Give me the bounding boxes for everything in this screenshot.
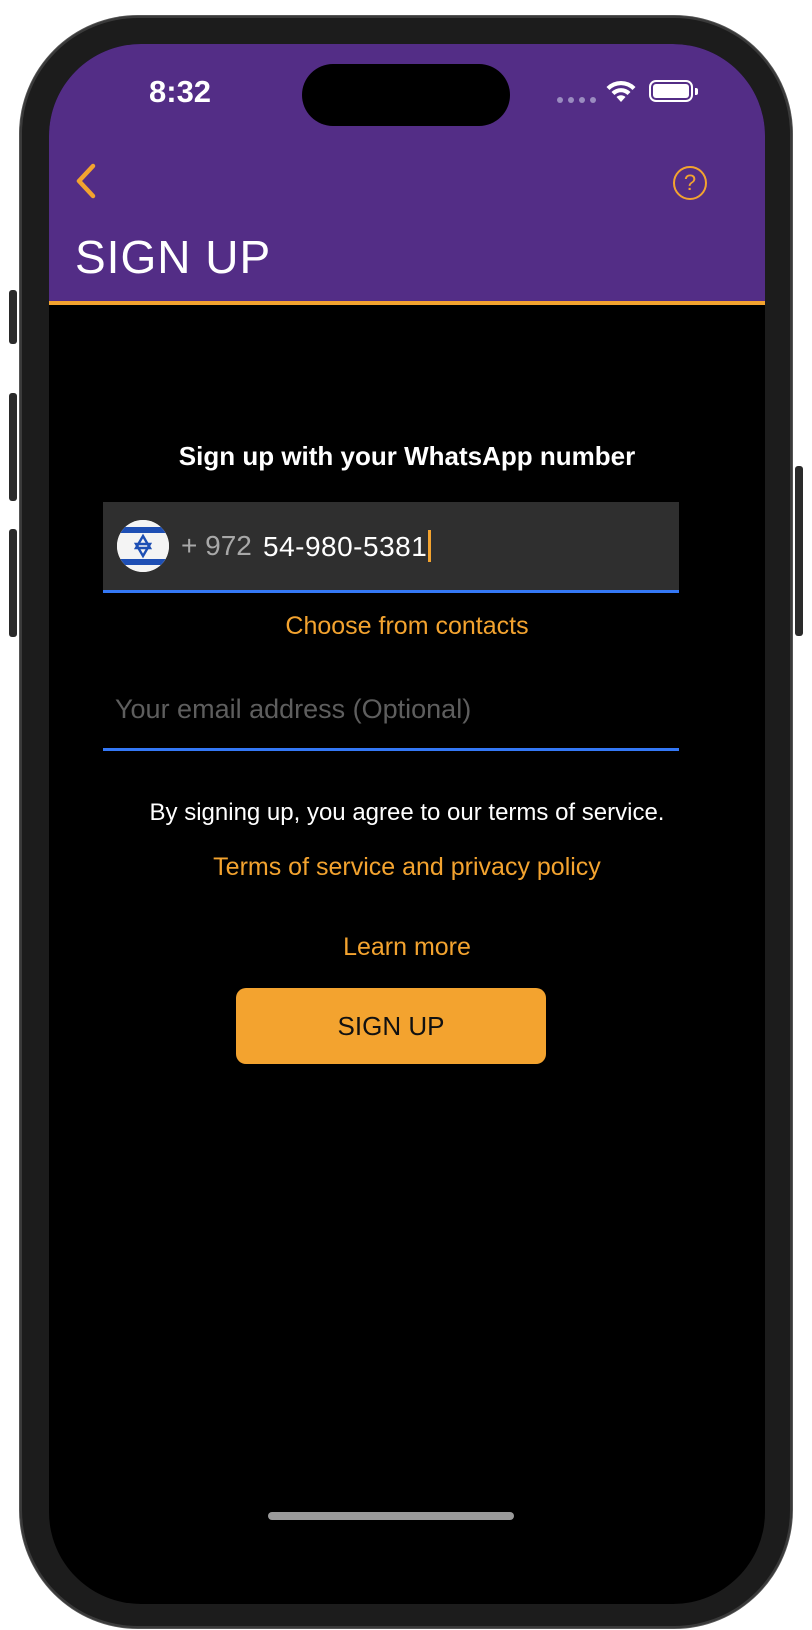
choose-from-contacts-link[interactable]: Choose from contacts	[49, 612, 765, 641]
nav-header: 8:32 ? SIGN UP	[49, 44, 765, 305]
phone-number-value: 54-980-5381	[263, 531, 428, 562]
text-caret	[428, 530, 432, 562]
sign-up-button[interactable]: SIGN UP	[236, 988, 546, 1064]
cellular-dots-icon	[557, 97, 596, 103]
terms-privacy-link[interactable]: Terms of service and privacy policy	[49, 853, 765, 882]
app-screen: 8:32 ? SIGN UP Sign up with your WhatsAp…	[49, 44, 765, 1604]
question-circle-icon: ?	[683, 170, 697, 195]
chevron-left-icon	[76, 163, 96, 199]
help-button[interactable]: ?	[673, 166, 707, 200]
country-dial-code[interactable]: + 972	[181, 530, 252, 562]
signup-heading: Sign up with your WhatsApp number	[178, 441, 636, 471]
status-time: 8:32	[149, 74, 212, 109]
home-indicator[interactable]	[268, 1512, 514, 1520]
email-placeholder: Your email address (Optional)	[115, 694, 472, 724]
back-button[interactable]	[67, 156, 107, 206]
israel-flag-icon[interactable]	[117, 520, 169, 572]
volume-up-button	[9, 393, 17, 501]
learn-more-link[interactable]: Learn more	[49, 933, 765, 962]
volume-down-button	[9, 529, 17, 637]
battery-icon	[649, 80, 698, 102]
terms-agreement-text: By signing up, you agree to our terms of…	[149, 799, 665, 826]
page-title: SIGN UP	[75, 231, 272, 283]
dynamic-island	[302, 64, 510, 126]
email-field[interactable]: Your email address (Optional)	[103, 686, 679, 751]
phone-number-field[interactable]: + 972 54-980-5381	[103, 502, 679, 593]
power-button	[795, 466, 803, 636]
wifi-icon	[606, 80, 636, 102]
action-button	[9, 290, 17, 344]
phone-number-input[interactable]: 54-980-5381	[263, 530, 432, 563]
